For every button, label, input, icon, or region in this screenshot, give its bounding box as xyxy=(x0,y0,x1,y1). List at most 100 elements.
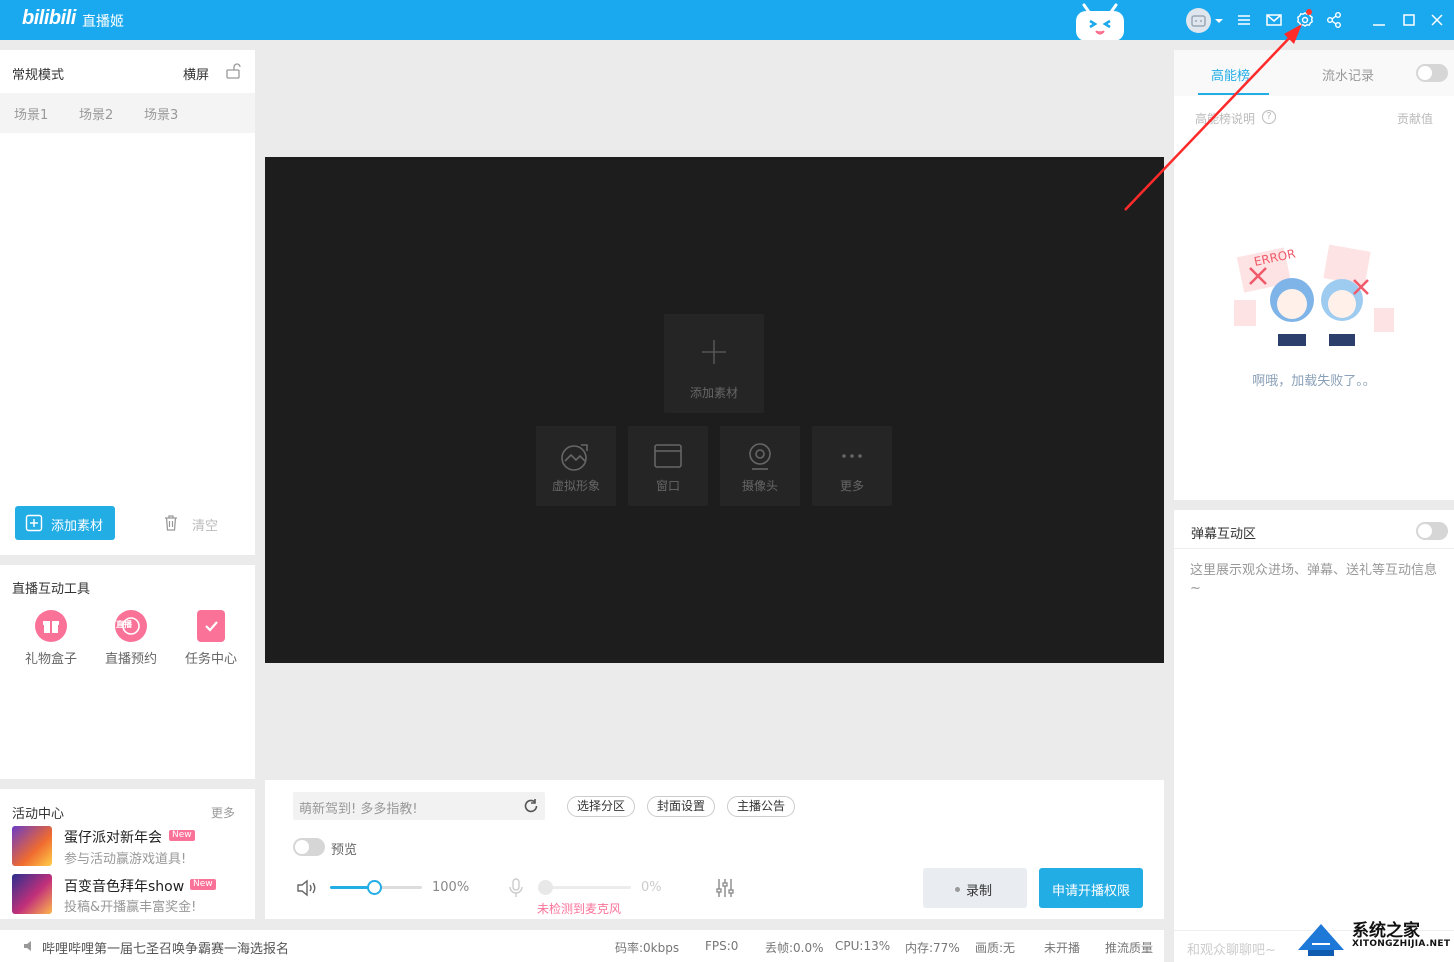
more-dots-icon xyxy=(842,454,862,458)
watermark-logo-icon xyxy=(1298,924,1344,956)
live-reservation-tool[interactable]: 直播 直播预约 xyxy=(101,610,161,667)
site-watermark: 系统之家 XITONGZHIJIA.NET xyxy=(1294,914,1454,962)
live-title-input[interactable]: 萌新驾到! 多多指教! xyxy=(293,792,545,820)
plus-square-icon xyxy=(25,514,43,532)
announcement-button[interactable]: 主播公告 xyxy=(727,796,796,817)
audio-mixer-icon[interactable] xyxy=(714,877,736,899)
source-label-virtual: 虚拟形象 xyxy=(551,479,600,493)
clear-button[interactable]: 清空 xyxy=(192,515,218,534)
app-name: 直播姬 xyxy=(82,14,124,30)
trash-icon[interactable] xyxy=(162,514,180,532)
status-frame-drop: 丢帧:0.0% xyxy=(765,941,824,955)
orientation-toggle[interactable]: 横屏 xyxy=(183,64,209,83)
volume-slider[interactable] xyxy=(330,880,422,895)
activity-title-1[interactable]: 蛋仔派对新年会 xyxy=(64,827,162,847)
gift-box-tool[interactable]: 礼物盒子 xyxy=(21,610,81,667)
tab-scene-2[interactable]: 场景2 xyxy=(79,104,113,123)
status-push-quality[interactable]: 推流质量 xyxy=(1105,939,1153,956)
record-dot-icon xyxy=(955,887,960,892)
source-virtual-avatar[interactable]: 虚拟形象 xyxy=(536,426,616,506)
gift-box-label: 礼物盒子 xyxy=(24,652,77,667)
maximize-icon[interactable] xyxy=(1400,10,1420,30)
mic-warning: 未检测到麦克风 xyxy=(537,902,622,916)
tab-flow-record[interactable]: 流水记录 xyxy=(1322,65,1374,84)
microphone-icon[interactable] xyxy=(506,877,526,899)
source-label-more: 更多 xyxy=(839,479,864,493)
virtual-avatar-icon xyxy=(561,444,588,471)
task-center-label: 任务中心 xyxy=(184,652,237,667)
bilibili-logo: bilibili xyxy=(22,7,76,29)
contribution-label: 贡献值 xyxy=(1397,112,1434,126)
source-more[interactable]: 更多 xyxy=(812,426,892,506)
add-material-tile[interactable]: 添加素材 xyxy=(664,314,764,413)
window-icon xyxy=(654,444,682,468)
chat-placeholder: 和观众聊聊吧~ xyxy=(1187,943,1276,958)
watermark-title: 系统之家 xyxy=(1352,921,1420,941)
tab-scene-3[interactable]: 场景3 xyxy=(144,104,178,123)
status-live: 未开播 xyxy=(1044,941,1081,955)
load-failed-message: 啊哦，加载失败了。。 xyxy=(1252,374,1376,389)
status-notice[interactable]: 哔哩哔哩第一届七圣召唤争霸赛一海选报名 xyxy=(42,938,289,957)
minimize-icon[interactable] xyxy=(1370,10,1390,30)
task-center-tool[interactable]: 任务中心 xyxy=(181,610,241,667)
new-badge-2: New xyxy=(190,879,216,890)
apply-live-permission-label: 申请开播权限 xyxy=(1051,884,1130,899)
refresh-icon[interactable] xyxy=(522,797,540,815)
preview-toggle-label: 预览 xyxy=(331,843,358,858)
close-icon[interactable] xyxy=(1428,10,1448,30)
add-source-button[interactable]: 添加素材 xyxy=(15,506,115,540)
mic-slider xyxy=(538,880,631,895)
mic-knob xyxy=(538,880,553,895)
activity-subtitle-1: 参与活动赢游戏道具! xyxy=(64,852,187,867)
task-icon xyxy=(197,610,225,642)
tools-title: 直播互动工具 xyxy=(12,582,91,597)
broadcast-icon xyxy=(22,939,36,953)
gift-icon xyxy=(35,610,67,642)
danmaku-toggle[interactable] xyxy=(1416,522,1448,540)
activity-subtitle-2: 投稿&开播赢丰富奖金! xyxy=(64,900,197,915)
status-quality: 画质:无 xyxy=(975,941,1016,955)
source-window[interactable]: 窗口 xyxy=(628,426,708,506)
mic-level-value: 0% xyxy=(641,880,662,895)
share-icon[interactable] xyxy=(1325,10,1345,30)
status-bitrate: 码率:0kbps xyxy=(615,941,680,955)
reservation-badge: 直播 xyxy=(116,620,132,629)
add-source-label: 添加素材 xyxy=(51,519,104,534)
activity-more-link[interactable]: 更多 xyxy=(211,804,235,821)
select-category-button[interactable]: 选择分区 xyxy=(567,796,636,817)
danmaku-divider xyxy=(1174,548,1454,549)
source-label-window: 窗口 xyxy=(655,479,680,493)
live-title-text: 萌新驾到! 多多指教! xyxy=(299,802,418,817)
cover-settings-button[interactable]: 封面设置 xyxy=(647,796,716,817)
mode-label: 常规模式 xyxy=(12,68,65,83)
activity-title: 活动中心 xyxy=(12,807,65,822)
danmaku-info-text: 这里展示观众进场、弹幕、送礼等互动信息~ xyxy=(1190,563,1438,596)
annotation-arrow xyxy=(1124,24,1302,211)
preview-toggle[interactable] xyxy=(293,838,325,856)
add-material-label: 添加素材 xyxy=(689,386,738,400)
status-cpu: CPU:13% xyxy=(835,939,891,953)
source-camera[interactable]: 摄像头 xyxy=(720,426,800,506)
ranking-toggle[interactable] xyxy=(1416,64,1448,82)
tools-panel xyxy=(0,565,255,779)
status-fps: FPS:0 xyxy=(705,939,739,953)
activity-thumbnail-2[interactable] xyxy=(12,874,52,914)
record-button[interactable]: 录制 xyxy=(923,868,1027,908)
danmaku-title: 弹幕互动区 xyxy=(1191,527,1257,542)
plus-icon xyxy=(702,340,726,364)
activity-thumbnail-1[interactable] xyxy=(12,826,52,866)
new-badge-1: New xyxy=(169,830,195,841)
error-illustration: ERROR xyxy=(1230,238,1400,358)
live-reservation-label: 直播预约 xyxy=(104,652,157,667)
apply-live-permission-button[interactable]: 申请开播权限 xyxy=(1039,868,1143,908)
record-label: 录制 xyxy=(966,884,993,899)
status-memory: 内存:77% xyxy=(905,941,960,955)
activity-title-2[interactable]: 百变音色拜年show xyxy=(64,876,184,896)
watermark-url: XITONGZHIJIA.NET xyxy=(1352,939,1451,949)
volume-value: 100% xyxy=(432,880,470,895)
unlock-icon[interactable] xyxy=(224,62,242,80)
speaker-icon[interactable] xyxy=(295,878,319,898)
source-label-camera: 摄像头 xyxy=(741,479,778,493)
tab-scene-1[interactable]: 场景1 xyxy=(14,104,48,123)
reservation-icon: 直播 xyxy=(115,610,147,642)
